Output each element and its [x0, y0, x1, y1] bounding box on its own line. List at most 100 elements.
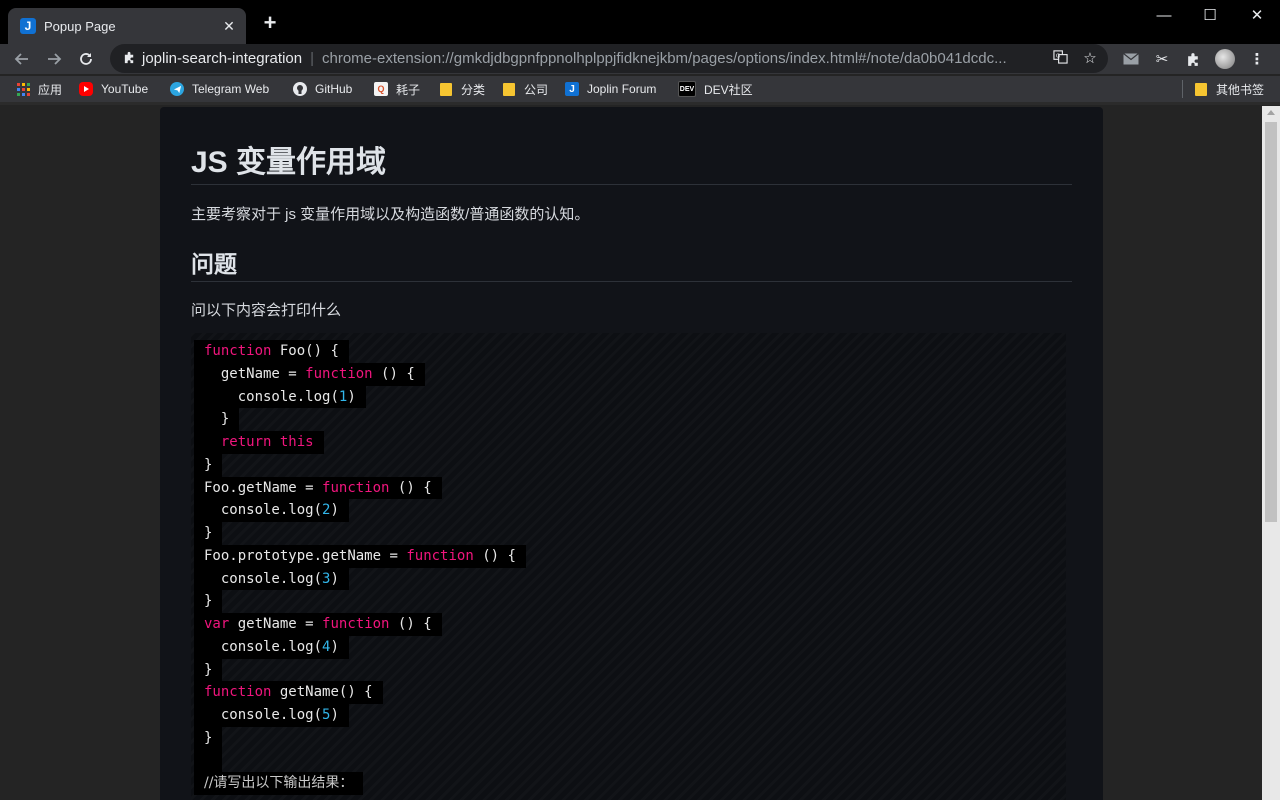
bookmark-label: GitHub [315, 82, 353, 96]
code-line: Foo.prototype.getName = function () { [194, 544, 526, 568]
code-line: } [194, 590, 526, 613]
code-line: //请写出以下输出结果： [194, 772, 526, 795]
code-block: function Foo() { getName = function () {… [191, 333, 1066, 800]
extensions-icon[interactable] [1182, 48, 1204, 70]
code-line-text: } [194, 453, 223, 477]
bookmark-apps[interactable]: 应用 [16, 80, 62, 98]
code-line-text: var getName = function () { [194, 613, 442, 636]
code-line: getName = function () { [194, 362, 526, 386]
bookmark-other[interactable]: 其他书签 [1182, 80, 1264, 98]
code-line-text: } [194, 590, 223, 613]
toolbar-divider [0, 102, 1280, 105]
code-line-text: console.log(2) [194, 499, 349, 522]
close-tab-icon[interactable]: ✕ [218, 18, 240, 35]
tab-strip: J Popup Page ✕ + — ☐ ✕ [0, 0, 1280, 44]
code-line: console.log(5) [194, 704, 526, 727]
joplin-icon: J [20, 18, 36, 34]
code-line: } [194, 408, 526, 431]
bookmark-label: DEV社区 [704, 82, 753, 97]
bookmark-github[interactable]: GitHub [293, 80, 352, 98]
code-line-text: Foo.prototype.getName = function () { [194, 544, 526, 568]
bookmark-joplin-forum[interactable]: J Joplin Forum [565, 80, 656, 98]
bookmark-label: YouTube [101, 82, 149, 96]
apps-grid-icon [16, 82, 30, 96]
github-icon [293, 82, 307, 96]
note-intro: 主要考察对于 js 变量作用域以及构造函数/普通函数的认知。 [191, 206, 590, 223]
bookmark-telegram[interactable]: Telegram Web [170, 80, 269, 98]
code-lines: function Foo() { getName = function () {… [194, 340, 526, 795]
code-line-text: getName = function () { [194, 362, 425, 386]
joplin-icon: J [565, 82, 579, 96]
address-bar[interactable]: joplin-search-integration | chrome-exten… [110, 44, 1108, 73]
code-line-text: return this [194, 431, 324, 454]
scroll-up-arrow-icon[interactable] [1267, 110, 1275, 115]
bookmark-label: Telegram Web [192, 82, 270, 96]
code-line: console.log(2) [194, 499, 526, 522]
bookmark-folder-company[interactable]: 公司 [503, 80, 548, 98]
code-line-text [194, 749, 223, 773]
bookmark-label: 耗子 [396, 82, 421, 97]
code-line: console.log(4) [194, 635, 526, 659]
url-text: chrome-extension://gmkdjdbgpnfppnolhplpp… [322, 50, 1007, 67]
note-title: JS 变量作用域 [191, 146, 387, 179]
question-text: 问以下内容会打印什么 [191, 302, 342, 319]
code-line-text: } [194, 658, 223, 682]
close-window-button[interactable]: ✕ [1234, 0, 1280, 30]
code-line-text: function Foo() { [194, 340, 349, 363]
reload-icon [80, 53, 92, 65]
note-page: JS 变量作用域 主要考察对于 js 变量作用域以及构造函数/普通函数的认知。 … [160, 107, 1103, 800]
code-line: } [194, 726, 526, 750]
avatar-icon [1215, 49, 1235, 69]
mail-icon[interactable] [1120, 48, 1142, 70]
code-line-text: console.log(3) [194, 567, 349, 591]
bookmark-folder-category[interactable]: 分类 [440, 80, 485, 98]
tab-title: Popup Page [44, 18, 116, 34]
code-line [194, 749, 526, 773]
code-line: } [194, 453, 526, 477]
menu-kebab-icon[interactable]: ⋮ [1246, 48, 1268, 70]
bookmark-haozi[interactable]: Q 耗子 [374, 80, 420, 98]
code-line-text: } [194, 726, 223, 750]
folder-icon [440, 82, 452, 96]
arrow-right-icon [48, 53, 62, 65]
code-line: return this [194, 431, 526, 454]
code-line-text: console.log(1) [194, 385, 366, 409]
svg-text:G: G [1055, 53, 1059, 59]
site-name: joplin-search-integration [142, 50, 303, 67]
code-line-text: function getName() { [194, 681, 383, 704]
new-tab-button[interactable]: + [258, 12, 282, 36]
bookmark-youtube[interactable]: YouTube [79, 80, 148, 98]
code-line-text: } [194, 522, 223, 545]
code-line: } [194, 522, 526, 545]
minimize-button[interactable]: — [1141, 0, 1187, 30]
profile-avatar[interactable] [1214, 48, 1236, 70]
maximize-button[interactable]: ☐ [1187, 0, 1233, 30]
bookmark-label: 其他书签 [1216, 82, 1265, 97]
telegram-icon [170, 82, 184, 96]
page-scrollbar[interactable] [1262, 106, 1280, 800]
puzzle-piece-icon [120, 51, 138, 67]
scrollbar-thumb[interactable] [1265, 122, 1277, 522]
bookmark-label: 应用 [38, 82, 63, 97]
code-line: function Foo() { [194, 340, 526, 363]
site-icon: Q [374, 82, 388, 96]
bookmark-dev[interactable]: DEV DEV社区 [678, 80, 753, 98]
section-rule [191, 281, 1072, 282]
tab-popup-page[interactable]: J Popup Page ✕ [8, 8, 246, 44]
bookmarks-bar: 应用 YouTube Telegram Web GitHub Q 耗子 分类 公… [0, 76, 1280, 102]
code-line: console.log(1) [194, 385, 526, 409]
code-line: Foo.getName = function () { [194, 476, 526, 500]
code-line-text: } [194, 408, 240, 431]
forward-button[interactable] [42, 47, 66, 71]
code-line: console.log(3) [194, 567, 526, 591]
scissors-icon[interactable]: ✂ [1151, 48, 1173, 70]
bookmark-star-icon[interactable]: ☆ [1080, 49, 1100, 67]
reload-button[interactable] [74, 47, 98, 71]
code-line-text: //请写出以下输出结果： [194, 772, 364, 795]
code-line-text: console.log(4) [194, 635, 349, 659]
back-button[interactable] [10, 47, 34, 71]
code-line: var getName = function () { [194, 613, 526, 636]
folder-icon [503, 82, 515, 96]
bookmark-label: 公司 [524, 82, 549, 97]
translate-icon[interactable]: G [1050, 49, 1070, 68]
